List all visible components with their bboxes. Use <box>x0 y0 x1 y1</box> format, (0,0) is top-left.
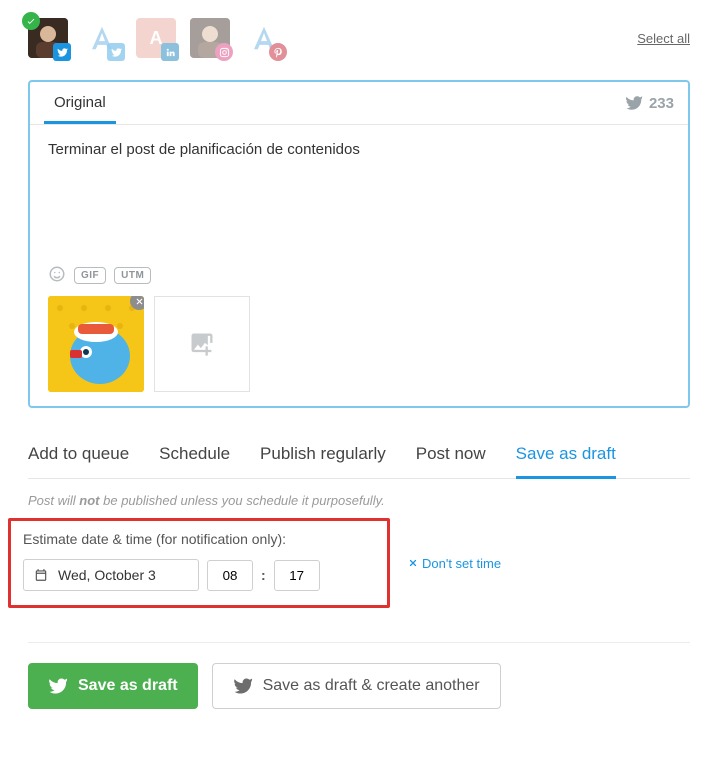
datetime-highlight: Estimate date & time (for notification o… <box>8 518 390 608</box>
save-draft-button[interactable]: Save as draft <box>28 663 198 709</box>
twitter-icon <box>48 676 68 696</box>
publish-tabs: Add to queue Schedule Publish regularly … <box>28 436 690 479</box>
select-all-link[interactable]: Select all <box>637 31 690 46</box>
date-value: Wed, October 3 <box>58 567 156 583</box>
twitter-icon <box>625 94 643 112</box>
account-avatar-instagram[interactable] <box>190 18 230 58</box>
close-icon <box>408 558 418 568</box>
tab-add-to-queue[interactable]: Add to queue <box>28 436 129 478</box>
divider <box>28 642 690 643</box>
char-count-value: 233 <box>649 95 674 112</box>
calendar-icon <box>34 568 48 582</box>
tab-save-as-draft[interactable]: Save as draft <box>516 436 616 479</box>
account-a-twitter[interactable] <box>82 18 122 58</box>
draft-hint: Post will not be published unless you sc… <box>28 493 690 508</box>
hour-input[interactable] <box>207 560 253 591</box>
post-textarea[interactable]: Terminar el post de planificación de con… <box>48 141 670 261</box>
save-draft-another-button[interactable]: Save as draft & create another <box>212 663 501 709</box>
date-picker[interactable]: Wed, October 3 <box>23 559 199 591</box>
twitter-icon <box>107 43 125 61</box>
emoji-icon[interactable] <box>48 265 66 286</box>
twitter-icon <box>53 43 71 61</box>
character-count: 233 <box>625 94 674 112</box>
time-separator: : <box>261 567 266 583</box>
pinterest-icon <box>269 43 287 61</box>
utm-button[interactable]: UTM <box>114 267 151 284</box>
instagram-icon <box>215 43 233 61</box>
tab-original[interactable]: Original <box>44 82 116 124</box>
linkedin-icon <box>161 43 179 61</box>
composer-panel: Original 233 Terminar el post de planifi… <box>28 80 690 408</box>
media-thumbnail[interactable] <box>48 296 144 392</box>
add-media-button[interactable] <box>154 296 250 392</box>
check-icon <box>22 12 40 30</box>
dont-set-time-link[interactable]: Don't set time <box>408 556 501 571</box>
twitter-icon <box>233 676 253 696</box>
tab-publish-regularly[interactable]: Publish regularly <box>260 436 386 478</box>
account-a-linkedin[interactable]: A <box>136 18 176 58</box>
account-avatar-twitter[interactable] <box>28 18 68 58</box>
gif-button[interactable]: GIF <box>74 267 106 284</box>
accounts-list: A <box>28 18 284 58</box>
estimate-label: Estimate date & time (for notification o… <box>23 531 375 547</box>
minute-input[interactable] <box>274 560 320 591</box>
tab-post-now[interactable]: Post now <box>416 436 486 478</box>
tab-schedule[interactable]: Schedule <box>159 436 230 478</box>
account-a-pinterest[interactable] <box>244 18 284 58</box>
